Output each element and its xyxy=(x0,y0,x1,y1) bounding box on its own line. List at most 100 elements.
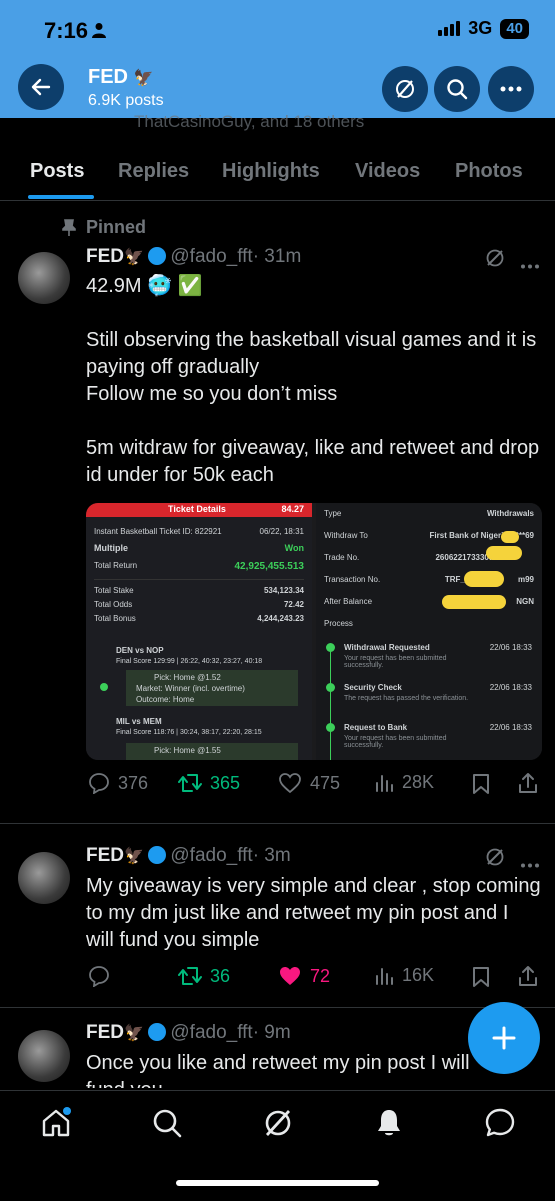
reply-button[interactable] xyxy=(88,965,118,987)
search-button[interactable] xyxy=(434,66,480,112)
more-icon xyxy=(500,86,522,92)
post-author-line: FED🦅 @fado_fft· 9m xyxy=(86,1022,291,1044)
redaction-mark xyxy=(442,595,506,609)
network-label: 3G xyxy=(468,18,493,38)
pinned-label: Pinned xyxy=(86,217,147,237)
notifications-icon[interactable] xyxy=(373,1107,405,1139)
repost-button[interactable]: 365 xyxy=(178,772,240,794)
match1-title: DEN vs NOP xyxy=(116,646,164,655)
author-handle[interactable]: @fado_fft xyxy=(170,845,252,866)
post-more-icon[interactable] xyxy=(520,855,540,873)
tab-highlights[interactable]: Highlights xyxy=(222,160,320,183)
post-text-clip: Once you like and retweet my pin post I … xyxy=(86,1050,476,1088)
post-time: · 31m xyxy=(252,246,302,267)
match2-title: MIL vs MEM xyxy=(116,717,162,726)
eagle-emoji-icon: 🦅 xyxy=(133,70,154,87)
step-check-icon xyxy=(326,723,335,732)
grok-post-icon[interactable] xyxy=(484,247,506,274)
grok-nav-icon[interactable] xyxy=(262,1107,294,1139)
like-count: 72 xyxy=(310,965,331,986)
ticket-id-row: Instant Basketball Ticket ID: 822921 06/2… xyxy=(94,527,304,536)
eagle-emoji-icon: 🦅 xyxy=(124,249,144,266)
repost-icon xyxy=(178,967,202,985)
author-handle[interactable]: @fado_fft xyxy=(170,1022,252,1043)
reply-count: 376 xyxy=(118,772,149,793)
wd-process-label: Process xyxy=(324,619,353,628)
match2-score: Final Score 118:76 | 30:24, 38:17, 22:20… xyxy=(116,729,262,736)
repost-button[interactable]: 36 xyxy=(178,965,230,987)
share-icon[interactable] xyxy=(517,772,539,799)
tab-photos[interactable]: Photos xyxy=(455,160,523,183)
views-button[interactable]: 28K xyxy=(374,772,434,793)
verified-badge-icon xyxy=(147,846,166,864)
withdrawal-screenshot: Type Withdrawals Withdraw To First Bank of… xyxy=(316,503,542,760)
post-time: · 9m xyxy=(252,1022,291,1043)
ticket-return-row: Total Return 42,925,455.513 xyxy=(94,561,304,572)
avatar[interactable] xyxy=(18,252,70,304)
grok-post-icon[interactable] xyxy=(484,846,506,873)
step-check-icon xyxy=(326,643,335,652)
grok-button[interactable] xyxy=(382,66,428,112)
back-button[interactable] xyxy=(18,64,64,110)
search-icon xyxy=(447,79,468,100)
eagle-emoji-icon: 🦅 xyxy=(124,848,144,865)
verified-badge-icon xyxy=(147,1023,166,1041)
home-icon[interactable] xyxy=(40,1107,72,1139)
compose-button[interactable] xyxy=(468,1002,540,1074)
views-count: 28K xyxy=(402,772,435,792)
signal-icon xyxy=(438,21,461,36)
status-time: 7:16 xyxy=(44,18,89,43)
header-posts-count: 6.9K posts xyxy=(88,92,164,109)
avatar[interactable] xyxy=(18,852,70,904)
tab-posts[interactable]: Posts xyxy=(30,160,84,183)
ticket-bonus-row: Total Bonus 4,244,243.23 xyxy=(94,614,304,623)
reply-icon xyxy=(89,966,109,987)
step-check-icon xyxy=(326,683,335,692)
post-text: 42.9M 🥶 ✅ Still observing the basketball… xyxy=(86,275,540,486)
eagle-emoji-icon: 🦅 xyxy=(124,1025,144,1042)
wd-type-row: Type Withdrawals xyxy=(324,509,534,518)
bookmark-icon[interactable] xyxy=(472,966,490,993)
pin-icon xyxy=(62,219,76,242)
like-button[interactable]: 475 xyxy=(278,772,340,794)
ticket-odds-row: Total Odds 72.42 xyxy=(94,600,304,609)
ticket-stake-row: Total Stake 534,123.34 xyxy=(94,586,304,595)
post-divider xyxy=(0,1007,555,1008)
check-icon xyxy=(100,683,108,691)
tab-videos[interactable]: Videos xyxy=(355,160,420,183)
tab-replies[interactable]: Replies xyxy=(118,160,189,183)
views-icon xyxy=(376,774,393,792)
battery-icon: 40 xyxy=(500,18,529,39)
author-name[interactable]: FED xyxy=(86,246,124,267)
ticket-screenshot: Ticket Details 84.27 Instant Basketball … xyxy=(86,503,312,760)
author-name[interactable]: FED xyxy=(86,845,124,866)
more-button[interactable] xyxy=(488,66,534,112)
author-name[interactable]: FED xyxy=(86,1022,124,1043)
post-divider xyxy=(0,823,555,824)
reply-icon xyxy=(89,773,109,794)
post-time: · 3m xyxy=(252,845,291,866)
post-media[interactable]: Ticket Details 84.27 Instant Basketball … xyxy=(86,503,542,760)
views-icon xyxy=(376,967,393,985)
post-more-icon[interactable] xyxy=(520,256,540,274)
match1-score: Final Score 129:99 | 26:22, 40:32, 23:27… xyxy=(116,658,263,665)
avatar[interactable] xyxy=(18,1030,70,1082)
ticket-type-row: Multiple Won xyxy=(94,543,304,553)
messages-icon[interactable] xyxy=(484,1107,516,1139)
views-button[interactable]: 16K xyxy=(374,965,434,986)
search-nav-icon[interactable] xyxy=(151,1107,183,1139)
author-handle[interactable]: @fado_fft xyxy=(170,246,252,267)
repost-icon xyxy=(178,774,202,792)
reply-button[interactable]: 376 xyxy=(88,772,148,794)
redaction-mark xyxy=(464,571,504,587)
like-count: 475 xyxy=(310,772,341,793)
match2-pick-box: Pick: Home @1.55 xyxy=(126,743,298,760)
bookmark-icon[interactable] xyxy=(472,773,490,800)
match1-pick-box: Pick: Home @1.52 Market: Winner (incl. o… xyxy=(126,670,298,706)
active-tab-indicator xyxy=(28,195,94,199)
share-icon[interactable] xyxy=(517,965,539,992)
home-indicator xyxy=(176,1180,379,1186)
followers-you-know: ThatCasinoGuy, and 18 others xyxy=(134,112,365,131)
like-button[interactable]: 72 xyxy=(278,965,330,987)
views-count: 16K xyxy=(402,965,435,985)
